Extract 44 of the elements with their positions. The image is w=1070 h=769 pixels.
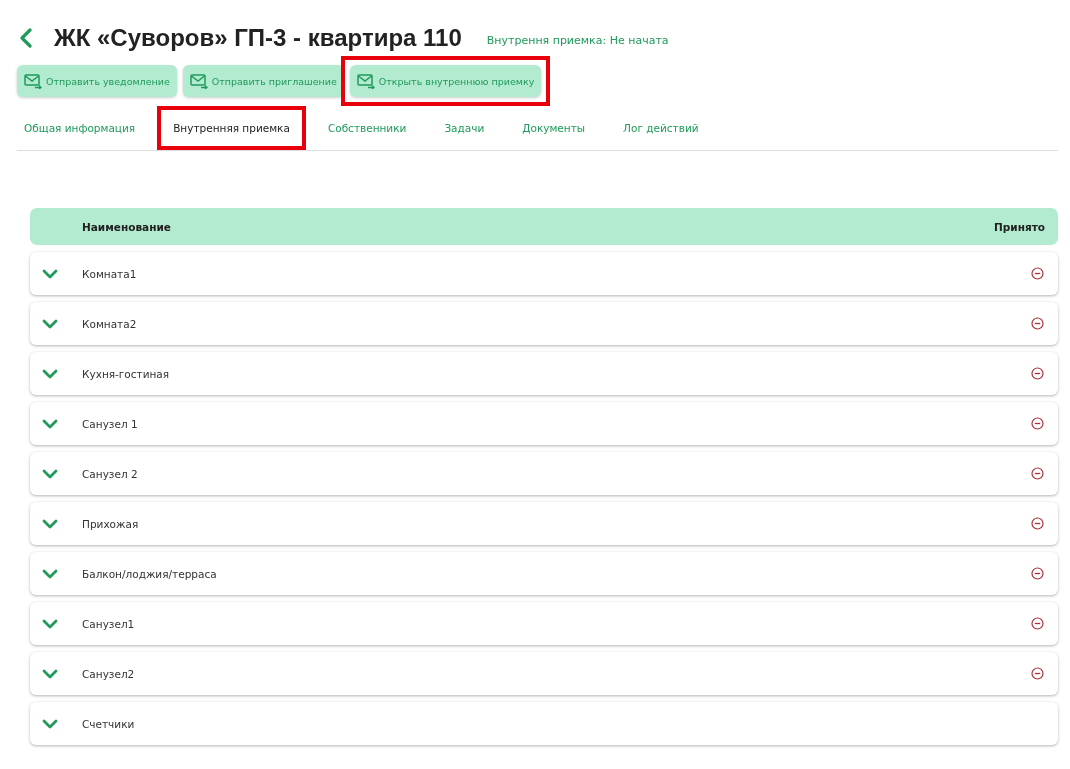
tab[interactable]: Задачи <box>434 114 495 142</box>
page-title: ЖК «Суворов» ГП-3 - квартира 110 <box>54 24 462 52</box>
tab[interactable]: Собственники <box>317 114 417 142</box>
tab[interactable]: Документы <box>512 114 596 142</box>
table-row[interactable]: Санузел1 <box>30 602 1058 645</box>
table-row[interactable]: Прихожая <box>30 502 1058 545</box>
chevron-down-icon[interactable] <box>42 668 58 679</box>
tab[interactable]: Общая информация <box>14 114 146 142</box>
row-name: Комната1 <box>82 267 138 280</box>
table-row[interactable]: Санузел 2 <box>30 452 1058 495</box>
envelope-icon <box>24 73 42 89</box>
table-row[interactable]: Комната1 <box>30 252 1058 295</box>
row-name: Счетчики <box>82 717 136 730</box>
table-row[interactable]: Санузел2 <box>30 652 1058 695</box>
column-header: Наименование <box>82 220 171 233</box>
chevron-down-icon[interactable] <box>42 618 58 629</box>
table-row[interactable]: Счетчики <box>30 702 1058 745</box>
chevron-down-icon[interactable] <box>42 468 58 479</box>
row-name: Санузел 2 <box>82 467 139 480</box>
row-name: Санузел 1 <box>82 417 139 430</box>
envelope-icon <box>189 73 208 89</box>
back-icon[interactable] <box>19 28 33 48</box>
chevron-down-icon[interactable] <box>42 368 58 379</box>
table-row[interactable]: Балкон/лоджия/терраса <box>30 552 1058 595</box>
chevron-down-icon[interactable] <box>42 268 58 279</box>
chevron-down-icon[interactable] <box>42 718 58 729</box>
chevron-down-icon[interactable] <box>42 568 58 579</box>
chevron-down-icon[interactable] <box>42 318 58 329</box>
chevron-down-icon[interactable] <box>42 518 58 529</box>
row-name: Прихожая <box>82 517 140 530</box>
envelope-icon <box>356 73 375 89</box>
row-name: Комната2 <box>82 317 138 330</box>
row-name: Балкон/лоджия/терраса <box>82 567 218 580</box>
row-name: Кухня-гостиная <box>82 367 171 380</box>
column-header: Принято <box>994 220 1045 233</box>
status-text: Внутрення приемка: Не начата <box>486 33 669 47</box>
chevron-down-icon[interactable] <box>42 418 58 429</box>
table-row[interactable]: Санузел 1 <box>30 402 1058 445</box>
tab[interactable]: Внутренняя приемка <box>163 114 300 142</box>
row-name: Санузел2 <box>82 667 136 680</box>
tab[interactable]: Лог действий <box>613 114 709 142</box>
table-row[interactable]: Кухня-гостиная <box>30 352 1058 395</box>
row-name: Санузел1 <box>82 617 136 630</box>
table-row[interactable]: Комната2 <box>30 302 1058 345</box>
